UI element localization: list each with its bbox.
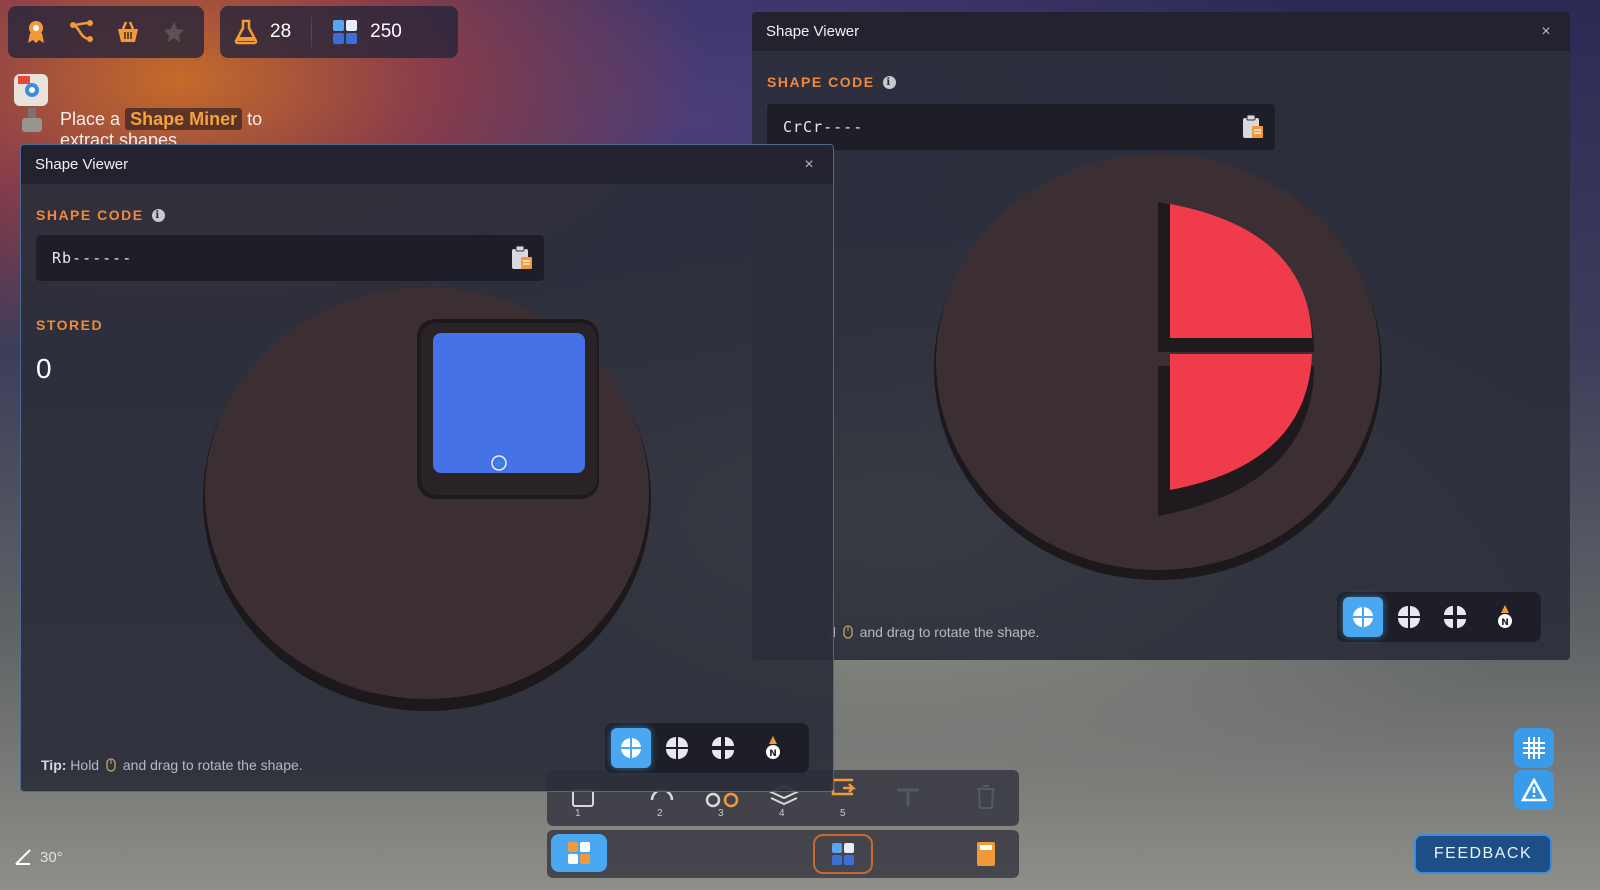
flask-icon [234, 19, 258, 45]
version-label: 0.1.0-PRE8-DEV [1310, 858, 1401, 870]
tip-text: and drag to rotate the shape. [859, 624, 1040, 640]
slot-number: 3 [718, 808, 724, 819]
shape-viewer-left: Shape Viewer × SHAPE CODE i Rb------ STO… [20, 144, 834, 792]
wiki-book-icon[interactable] [975, 840, 997, 873]
mouse-icon [106, 758, 116, 772]
shape-blocks-icon [832, 843, 854, 865]
shape-viewer-right: Shape Viewer × SHAPE CODE i CrCr---- d a… [752, 12, 1570, 660]
trash-icon [975, 784, 997, 815]
tutorial-hint: Place a Shape Miner to [60, 106, 262, 132]
layer-toolbar [547, 830, 1019, 878]
stored-value: 0 [36, 353, 52, 384]
rotate-tip: Tip: Hold and drag to rotate the shape. [41, 757, 303, 773]
shape-code-label-text: SHAPE CODE [36, 207, 144, 223]
warnings-button[interactable] [1514, 770, 1554, 810]
rotate-tip: d and drag to rotate the shape. [828, 624, 1039, 640]
grid-toggle-button[interactable] [1514, 728, 1554, 768]
layer-shapes-button[interactable] [551, 834, 607, 872]
panel-header: Shape Viewer × [752, 12, 1570, 52]
info-icon[interactable]: i [882, 75, 896, 89]
locked-slot-icon [893, 784, 923, 815]
mouse-icon [843, 625, 853, 639]
stored-label-text: STORED [36, 317, 104, 333]
slot-number: 5 [840, 808, 846, 819]
feedback-button[interactable]: FEEDBACK [1414, 834, 1552, 874]
slot-number: 4 [779, 808, 785, 819]
shape-code-label: SHAPE CODE i [36, 207, 165, 223]
close-icon[interactable]: × [1536, 23, 1556, 41]
view-exploded-button[interactable] [1435, 597, 1475, 637]
full-circle-icon [1353, 607, 1373, 627]
compass-button[interactable]: N [753, 728, 793, 768]
exploded-icon [712, 737, 734, 759]
tree-icon[interactable] [64, 14, 100, 50]
resource-bar: 28 250 [220, 6, 458, 58]
svg-text:N: N [769, 749, 777, 759]
shape-code-value: CrCr---- [783, 118, 864, 136]
exploded-icon [1444, 606, 1466, 628]
research-stat[interactable]: 28 [234, 19, 291, 45]
camera-angle: 30° [14, 848, 63, 866]
shape-code-field[interactable]: Rb------ [36, 235, 544, 281]
shape-blocks-icon [333, 20, 358, 44]
panel-title: Shape Viewer [35, 156, 129, 173]
full-circle-icon [621, 738, 641, 758]
shape-preview-right[interactable] [930, 150, 1390, 590]
tip-pre: Hold [70, 757, 100, 773]
clipboard-copy-icon[interactable] [1241, 114, 1265, 140]
milestones-icon[interactable] [18, 14, 54, 50]
compass-button[interactable]: N [1485, 597, 1525, 637]
clipboard-copy-icon[interactable] [510, 245, 534, 271]
warning-icon [1521, 778, 1547, 802]
stored-label: STORED [36, 317, 103, 333]
close-icon[interactable]: × [799, 156, 819, 174]
compass-north-icon: N [1498, 605, 1512, 628]
compass-north-icon: N [766, 736, 780, 759]
hint-suffix: to [247, 109, 263, 129]
research-count: 28 [270, 21, 292, 42]
view-full-button[interactable] [611, 728, 651, 768]
view-mode-toolbar: N [1337, 592, 1541, 642]
quad-shape-icon [568, 842, 590, 864]
tip-text: and drag to rotate the shape. [122, 757, 303, 773]
tutorial-robot-icon [10, 72, 54, 141]
view-full-button[interactable] [1343, 597, 1383, 637]
info-icon[interactable]: i [151, 208, 165, 222]
hint-prefix: Place a [60, 109, 121, 129]
shapes-stat[interactable]: 250 [332, 19, 402, 45]
slot-number: 1 [575, 808, 581, 819]
shape-code-label-text: SHAPE CODE [767, 74, 875, 90]
wiki-icon[interactable] [156, 14, 192, 50]
grid-icon [1523, 737, 1545, 759]
layer-blueprint-button[interactable] [813, 834, 873, 874]
view-exploded-button[interactable] [703, 728, 743, 768]
tip-label: Tip: [41, 757, 67, 773]
shapes-count: 250 [370, 21, 402, 42]
hud-toolbar [8, 6, 204, 58]
panel-header: Shape Viewer × [21, 145, 833, 185]
view-quarters-button[interactable] [657, 728, 697, 768]
shape-preview-left[interactable] [199, 281, 659, 721]
shape-code-label: SHAPE CODE i [767, 74, 896, 90]
hint-building-name: Shape Miner [125, 108, 243, 130]
angle-icon [15, 849, 31, 865]
angle-value: 30° [40, 848, 63, 866]
slot-number: 2 [657, 808, 663, 819]
view-quarters-button[interactable] [1389, 597, 1429, 637]
shop-basket-icon[interactable] [110, 14, 146, 50]
quarter-split-icon [1398, 606, 1420, 628]
svg-text:N: N [1501, 618, 1509, 628]
shape-code-field[interactable]: CrCr---- [767, 104, 1275, 150]
panel-title: Shape Viewer [766, 23, 860, 40]
shape-code-value: Rb------ [52, 249, 133, 267]
view-mode-toolbar: N [605, 723, 809, 773]
quarter-split-icon [666, 737, 688, 759]
